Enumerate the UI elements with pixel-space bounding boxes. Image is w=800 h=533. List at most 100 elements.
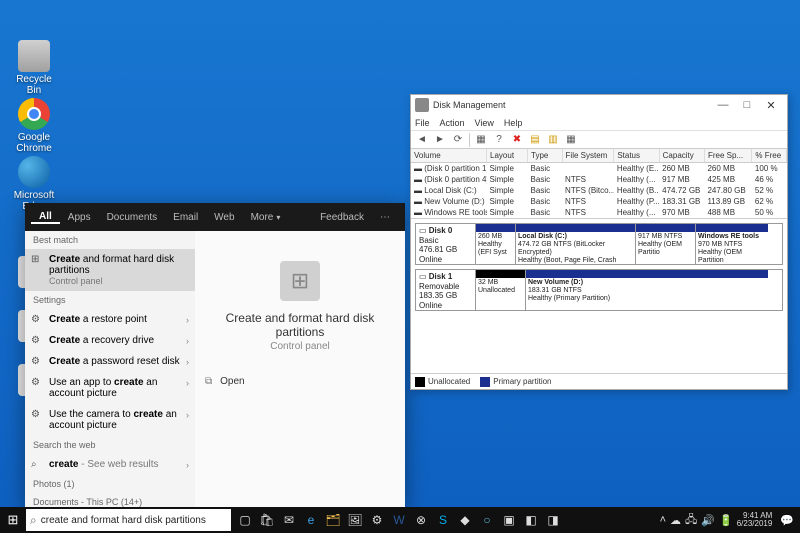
tray-chevron-icon[interactable]: ˄ — [660, 514, 666, 526]
gear-icon: ⚙ — [31, 356, 43, 368]
search-tab-more[interactable]: More — [243, 212, 289, 223]
maximize-button[interactable]: □ — [735, 99, 759, 111]
search-results-list: Best match ⊞ Create and format hard disk… — [25, 231, 195, 508]
tray-battery-icon[interactable]: 🔋 — [719, 514, 733, 527]
col-header[interactable]: Capacity — [659, 149, 704, 163]
xbox-icon[interactable]: ⊗ — [411, 509, 431, 531]
partition[interactable]: Local Disk (C:)474.72 GB NTFS (BitLocker… — [516, 224, 636, 264]
menu-action[interactable]: Action — [440, 118, 465, 128]
search-tab-documents[interactable]: Documents — [99, 212, 166, 223]
chevron-right-icon: › — [186, 410, 189, 420]
app-icon-2[interactable]: ▣ — [499, 509, 519, 531]
skype-icon[interactable]: S — [433, 509, 453, 531]
control-panel-icon: ⊞ — [31, 254, 43, 266]
taskbar-search[interactable]: ⌕ — [26, 509, 231, 531]
menu-help[interactable]: Help — [504, 118, 523, 128]
tool-forward-icon[interactable]: ► — [433, 133, 447, 147]
col-header[interactable]: % Free — [752, 149, 787, 163]
col-header[interactable]: Free Sp... — [704, 149, 751, 163]
volume-row[interactable]: ▬ (Disk 0 partition 1)SimpleBasicHealthy… — [411, 163, 787, 175]
partition[interactable]: 32 MBUnallocated — [476, 270, 526, 310]
legend-unallocated-swatch — [415, 377, 425, 387]
tool-view2-icon[interactable]: ▥ — [546, 133, 560, 147]
legend-primary-swatch — [480, 377, 490, 387]
result-setting-4[interactable]: ⚙Use the camera to create an account pic… — [25, 404, 195, 436]
tool-help-icon[interactable]: ? — [492, 133, 506, 147]
tool-delete-icon[interactable]: ✖ — [510, 133, 524, 147]
volume-row[interactable]: ▬ Windows RE toolsSimpleBasicNTFSHealthy… — [411, 207, 787, 218]
search-feedback[interactable]: Feedback — [312, 212, 372, 223]
explorer-icon[interactable]: 🗂 — [323, 509, 343, 531]
partition[interactable]: New Volume (D:)183.31 GB NTFSHealthy (Pr… — [526, 270, 768, 310]
tray-volume-icon[interactable]: 🔊 — [701, 514, 715, 527]
chevron-right-icon: › — [186, 357, 189, 367]
task-view-icon[interactable]: ▢ — [235, 509, 255, 531]
disk-graphical-view: ▭ Disk 0Basic476.81 GBOnline260 MBHealth… — [411, 219, 787, 373]
chevron-right-icon: › — [186, 336, 189, 346]
search-more-menu[interactable]: ⋯ — [372, 212, 399, 223]
minimize-button[interactable]: — — [711, 99, 735, 111]
tool-properties-icon[interactable]: ▦ — [474, 133, 488, 147]
menu-view[interactable]: View — [475, 118, 494, 128]
tray-onedrive-icon[interactable]: ☁ — [670, 514, 681, 527]
menu-file[interactable]: File — [415, 118, 430, 128]
app-icon-4[interactable]: ◨ — [543, 509, 563, 531]
window-title: Disk Management — [433, 100, 506, 110]
volume-row[interactable]: ▬ (Disk 0 partition 4)SimpleBasicNTFSHea… — [411, 174, 787, 185]
result-setting-1[interactable]: ⚙Create a recovery drive› — [25, 330, 195, 351]
search-tab-apps[interactable]: Apps — [60, 212, 99, 223]
disk-info: ▭ Disk 1Removable183.35 GBOnline — [416, 270, 476, 310]
volume-list: VolumeLayoutTypeFile SystemStatusCapacit… — [411, 149, 787, 219]
disk-row[interactable]: ▭ Disk 0Basic476.81 GBOnline260 MBHealth… — [415, 223, 783, 265]
mail-icon[interactable]: ✉ — [279, 509, 299, 531]
settings-icon[interactable]: ⚙ — [367, 509, 387, 531]
volume-row[interactable]: ▬ Local Disk (C:)SimpleBasicNTFS (Bitco.… — [411, 185, 787, 196]
partition[interactable]: Windows RE tools970 MB NTFSHealthy (OEM … — [696, 224, 768, 264]
menu-bar: File Action View Help — [411, 115, 787, 131]
col-header[interactable]: Volume — [411, 149, 487, 163]
col-header[interactable]: File System — [562, 149, 614, 163]
tool-back-icon[interactable]: ◄ — [415, 133, 429, 147]
app-icon-1[interactable]: ◆ — [455, 509, 475, 531]
search-tab-email[interactable]: Email — [165, 212, 206, 223]
tool-refresh-icon[interactable]: ⟳ — [451, 133, 465, 147]
result-setting-2[interactable]: ⚙Create a password reset disk› — [25, 351, 195, 372]
app-icon-3[interactable]: ◧ — [521, 509, 541, 531]
start-button[interactable]: ⊞ — [0, 507, 26, 533]
desktop-icon-chrome[interactable]: Google Chrome — [10, 98, 58, 154]
window-titlebar[interactable]: Disk Management — □ ✕ — [411, 95, 787, 115]
tool-view3-icon[interactable]: ▦ — [564, 133, 578, 147]
cortana-icon[interactable]: ○ — [477, 509, 497, 531]
action-center-icon[interactable]: 💬 — [780, 514, 794, 527]
partition[interactable]: 260 MBHealthy (EFI Syst — [476, 224, 516, 264]
search-tab-web[interactable]: Web — [206, 212, 242, 223]
result-web[interactable]: ⌕ create - See web results › — [25, 454, 195, 475]
desktop-icon-recycle-bin[interactable]: Recycle Bin — [10, 40, 58, 96]
col-header[interactable]: Type — [528, 149, 563, 163]
detail-action-open[interactable]: ⧉Open — [205, 372, 395, 391]
detail-subtitle: Control panel — [270, 341, 329, 352]
disk-row[interactable]: ▭ Disk 1Removable183.35 GBOnline32 MBUna… — [415, 269, 783, 311]
section-documents: Documents - This PC (14+) — [25, 493, 195, 508]
close-button[interactable]: ✕ — [759, 99, 783, 112]
chevron-right-icon: › — [186, 315, 189, 325]
volume-row[interactable]: ▬ New Volume (D:)SimpleBasicNTFSHealthy … — [411, 196, 787, 207]
taskbar-search-input[interactable] — [41, 515, 227, 526]
edge-icon[interactable]: e — [301, 509, 321, 531]
result-setting-3[interactable]: ⚙Use an app to create an account picture… — [25, 372, 195, 404]
section-photos: Photos (1) — [25, 475, 195, 493]
partition[interactable]: 917 MB NTFSHealthy (OEM Partitio — [636, 224, 696, 264]
word-icon[interactable]: W — [389, 509, 409, 531]
col-header[interactable]: Status — [614, 149, 659, 163]
tray-clock[interactable]: 9:41 AM 6/23/2019 — [737, 512, 777, 528]
photos-icon[interactable]: 🖼 — [345, 509, 365, 531]
search-tab-all[interactable]: All — [31, 211, 60, 224]
result-setting-0[interactable]: ⚙Create a restore point› — [25, 309, 195, 330]
section-settings: Settings — [25, 291, 195, 309]
store-icon[interactable]: 🛍 — [257, 509, 277, 531]
result-best-match[interactable]: ⊞ Create and format hard disk partitions… — [25, 249, 195, 291]
search-tabs: All Apps Documents Email Web More Feedba… — [25, 203, 405, 231]
tool-view1-icon[interactable]: ▤ — [528, 133, 542, 147]
col-header[interactable]: Layout — [487, 149, 528, 163]
tray-network-icon[interactable]: 🖧 — [685, 511, 697, 530]
